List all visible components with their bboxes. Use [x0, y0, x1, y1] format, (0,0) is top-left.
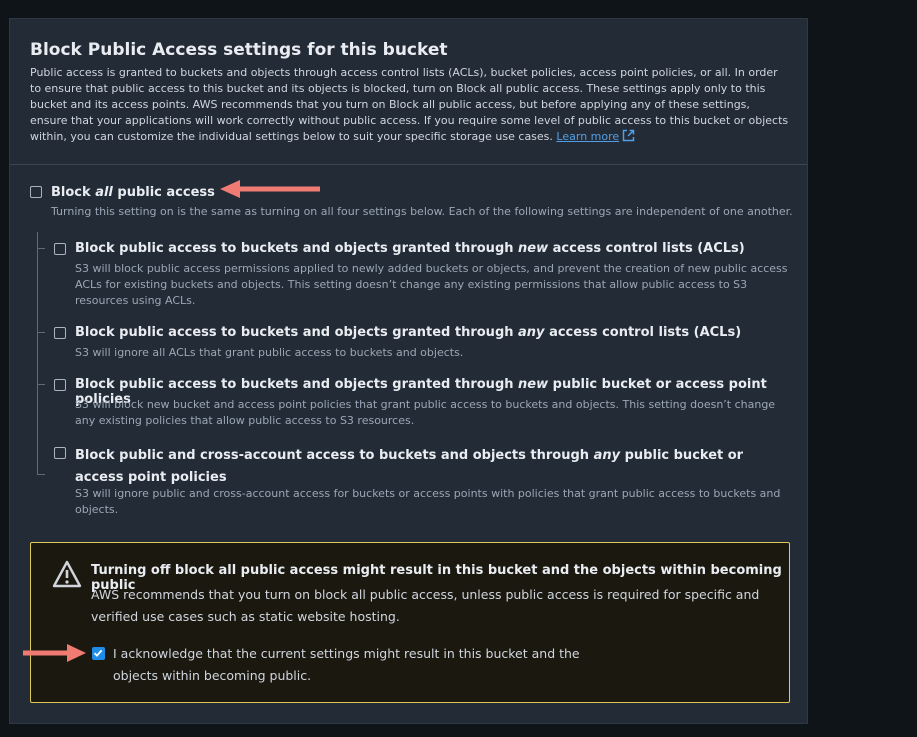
tree-connector [37, 232, 38, 475]
tree-branch [37, 474, 45, 475]
option-any-acls-description: S3 will ignore all ACLs that grant publi… [75, 346, 464, 359]
external-link-icon[interactable] [622, 129, 635, 142]
option-new-acls-checkbox[interactable] [54, 243, 66, 255]
option-any-policies-description: S3 will ignore public and cross-account … [75, 487, 781, 516]
section-title: Block Public Access settings for this bu… [30, 40, 448, 60]
option-new-policies-description: S3 will block new bucket and access poin… [75, 398, 776, 427]
block-all-label[interactable]: Block all public access [51, 185, 215, 200]
option-new-policies-checkbox[interactable] [54, 379, 66, 391]
section-description: Public access is granted to buckets and … [30, 65, 790, 145]
description-text: Public access is granted to buckets and … [30, 66, 789, 143]
acknowledge-checkbox[interactable] [92, 647, 105, 660]
annotation-arrow-icon [23, 644, 86, 662]
option-any-policies-checkbox[interactable] [54, 447, 66, 459]
warning-triangle-icon [52, 560, 82, 588]
option-new-acls-label[interactable]: Block public access to buckets and objec… [75, 241, 745, 256]
option-any-acls-checkbox[interactable] [54, 327, 66, 339]
tree-branch [37, 248, 45, 249]
top-strip [0, 0, 917, 18]
option-any-policies-label[interactable]: Block public and cross-account access to… [75, 445, 775, 489]
block-all-description: Turning this setting on is the same as t… [51, 205, 793, 218]
block-public-access-panel: Block Public Access settings for this bu… [9, 18, 808, 724]
acknowledge-label[interactable]: I acknowledge that the current settings … [113, 643, 613, 687]
warning-alert: Turning off block all public access migh… [30, 542, 790, 703]
option-any-acls-label[interactable]: Block public access to buckets and objec… [75, 325, 741, 340]
option-new-acls-description: S3 will block public access permissions … [75, 262, 788, 307]
annotation-arrow-icon [220, 180, 320, 198]
section-divider [10, 164, 807, 165]
learn-more-link[interactable]: Learn more [556, 130, 619, 143]
tree-branch [37, 332, 45, 333]
block-all-checkbox[interactable] [30, 186, 42, 198]
checkmark-icon [93, 649, 103, 657]
tree-branch [37, 384, 45, 385]
warning-body: AWS recommends that you turn on block al… [91, 587, 760, 624]
